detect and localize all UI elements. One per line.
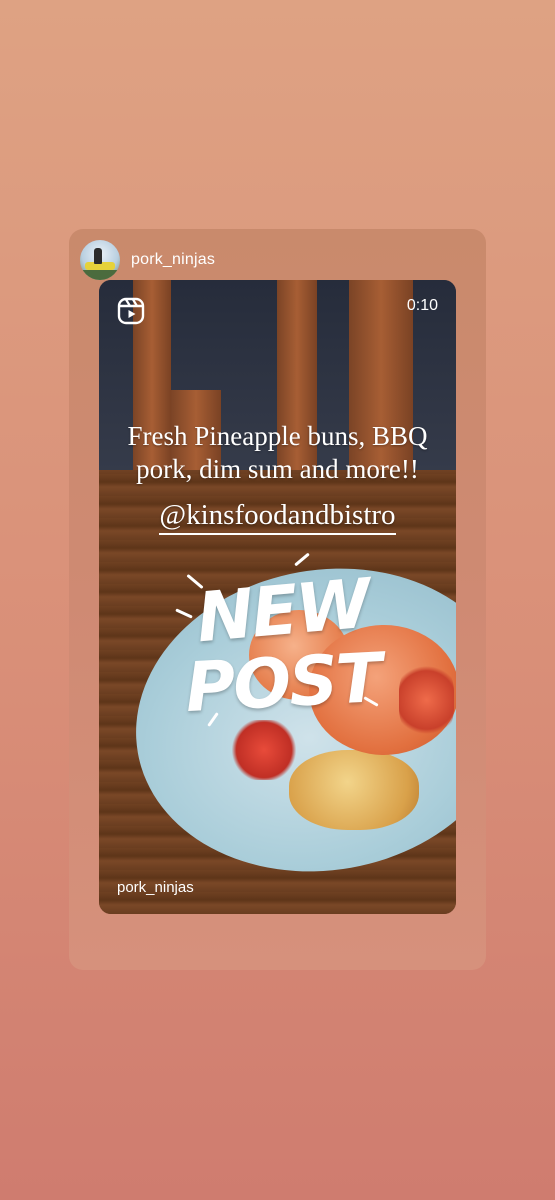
shared-reel-card[interactable]: pork_ninjas 0:10 Fresh Pineapple buns, B… bbox=[69, 229, 486, 970]
new-post-sticker: NEW POST bbox=[175, 550, 383, 740]
mention-link[interactable]: @kinsfoodandbistro bbox=[99, 499, 456, 535]
fried-food bbox=[289, 750, 419, 830]
story-header: pork_ninjas bbox=[80, 240, 215, 280]
reel-duration: 0:10 bbox=[406, 297, 438, 314]
profile-avatar[interactable] bbox=[80, 240, 120, 280]
reel-username[interactable]: pork_ninjas bbox=[117, 879, 194, 896]
reels-icon bbox=[117, 297, 145, 325]
burst-line bbox=[294, 552, 310, 567]
salsa bbox=[399, 660, 454, 740]
mention-text[interactable]: @kinsfoodandbistro bbox=[159, 499, 396, 535]
sticker-word-post: POST bbox=[183, 638, 383, 729]
story-caption: Fresh Pineapple buns, BBQ pork, dim sum … bbox=[127, 421, 428, 484]
story-username[interactable]: pork_ninjas bbox=[131, 251, 215, 269]
reel-preview[interactable]: 0:10 Fresh Pineapple buns, BBQ pork, dim… bbox=[99, 280, 456, 914]
